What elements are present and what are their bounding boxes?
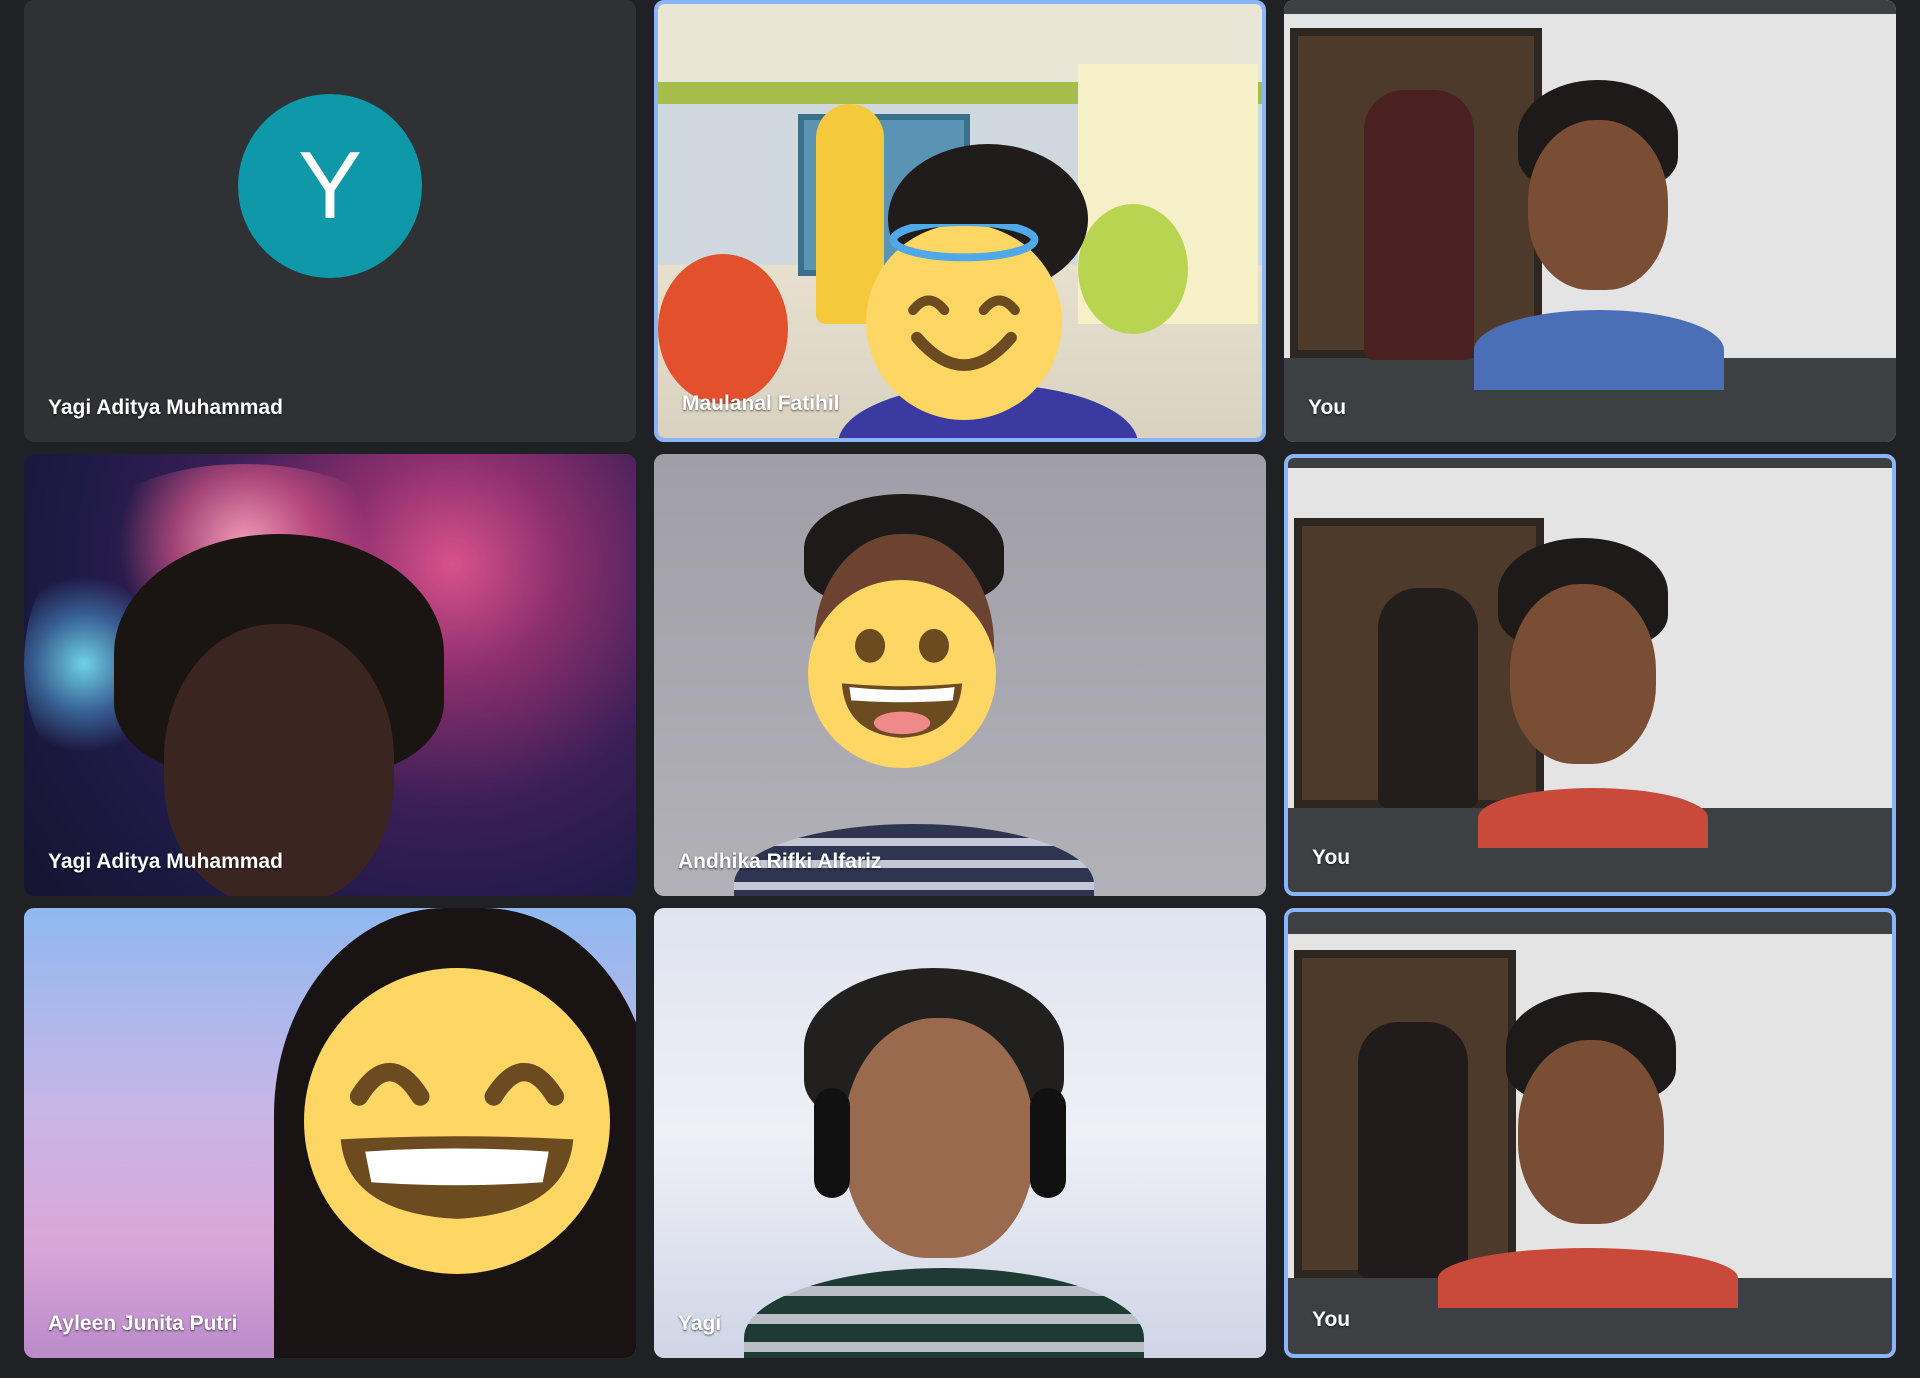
participant-name: Yagi Aditya Muhammad [48, 850, 283, 873]
pear-character [1078, 204, 1188, 334]
participant-tile[interactable]: Yagi Aditya Muhammad [24, 454, 636, 896]
participant-tile[interactable]: Andhika Rifki Alfariz [654, 454, 1266, 896]
apple-character [658, 254, 788, 404]
video-grid: Y Yagi Aditya Muhammad Maulanal Fatihil [0, 0, 1920, 1378]
hanging-jacket [1358, 1022, 1468, 1278]
avatar-letter: Y [297, 132, 363, 239]
participant-name: Andhika Rifki Alfariz [678, 850, 882, 873]
participant-name: Ayleen Junita Putri [48, 1312, 238, 1335]
camera-feed [654, 908, 1266, 1358]
headset-earcup [1030, 1088, 1066, 1198]
participant-tile[interactable]: Ayleen Junita Putri [24, 908, 636, 1358]
participant-name: You [1312, 1308, 1351, 1331]
participant-name: You [1308, 396, 1347, 419]
grinning-face-with-smiling-eyes-icon [304, 968, 610, 1274]
camera-feed [1288, 912, 1892, 1354]
participant-tile[interactable]: Yagi [654, 908, 1266, 1358]
hanging-jacket [1378, 588, 1478, 808]
headset-earcup [814, 1088, 850, 1198]
participant-avatar: Y [238, 94, 422, 278]
participant-tile[interactable]: Y Yagi Aditya Muhammad [24, 0, 636, 442]
participant-tile-self[interactable]: You [1284, 908, 1896, 1358]
grinning-face-icon [808, 580, 996, 768]
participant-name: You [1312, 846, 1351, 869]
smiling-face-with-halo-icon [866, 224, 1062, 420]
camera-feed [1284, 0, 1896, 442]
participant-name: Yagi [678, 1312, 722, 1335]
participant-name: Maulanal Fatihil [682, 392, 840, 415]
participant-tile-active[interactable]: Maulanal Fatihil [654, 0, 1266, 442]
fireworks-background [24, 454, 636, 896]
participant-tile-self[interactable]: You [1284, 454, 1896, 896]
participant-tile-self[interactable]: You [1284, 0, 1896, 442]
camera-feed [1288, 458, 1892, 892]
participant-name: Yagi Aditya Muhammad [48, 396, 283, 419]
hanging-jacket [1364, 90, 1474, 360]
